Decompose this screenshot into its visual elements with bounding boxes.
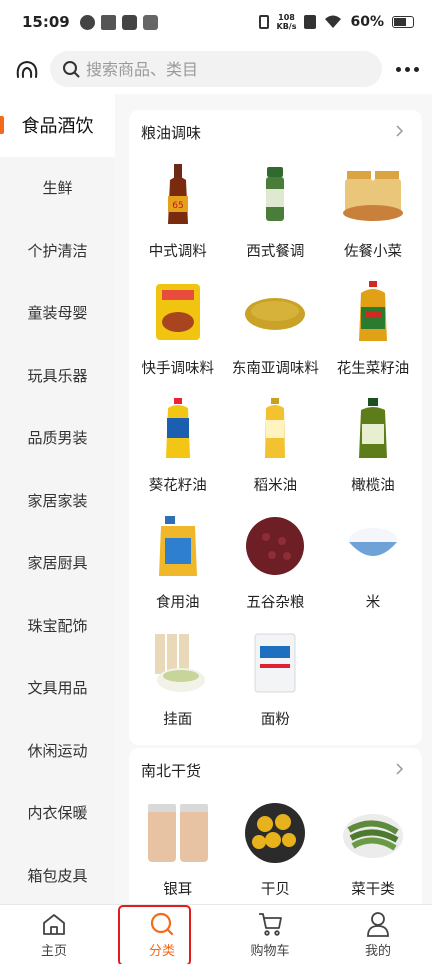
sidebar-item-food-drinks[interactable]: 食品酒饮 (0, 94, 115, 157)
dried-vegetable-icon (338, 798, 408, 868)
red-beans-icon (240, 511, 310, 581)
category-item-western-seasoning[interactable]: 西式餐调 (227, 154, 325, 271)
home-icon (43, 913, 65, 935)
more-menu-button[interactable] (392, 54, 422, 84)
soy-sauce-bottle-icon: 65 (143, 160, 213, 230)
category-item-rice[interactable]: 米 (324, 505, 422, 622)
olive-oil-icon (338, 394, 408, 464)
category-item-grains[interactable]: 五谷杂粮 (227, 505, 325, 622)
dried-scallop-icon (240, 798, 310, 868)
category-content: 粮油调味 65 中式调料 西式餐调 佐餐小菜 快手调味料 东南亚调味料 花生菜籽… (115, 94, 432, 904)
rice-bran-oil-icon (240, 394, 310, 464)
sidebar-item-kitchen[interactable]: 家居厨具 (0, 532, 115, 595)
search-icon (63, 61, 80, 78)
net-speed: 108 KB/s (276, 13, 297, 31)
app-notification-icon-2 (142, 14, 158, 30)
category-item-sunflower-oil[interactable]: 葵花籽油 (129, 388, 227, 505)
sidebar-item-bags[interactable]: 箱包皮具 (0, 844, 115, 904)
wifi-icon (325, 15, 342, 28)
search-input[interactable] (86, 59, 346, 79)
noodles-icon (143, 628, 213, 698)
sunflower-oil-icon (143, 394, 213, 464)
chevron-right-icon (396, 763, 404, 775)
dot-icon (395, 66, 401, 72)
tab-cart[interactable]: 购物车 (216, 905, 324, 964)
section-grain-oil-seasoning: 粮油调味 65 中式调料 西式餐调 佐餐小菜 快手调味料 东南亚调味料 花生菜籽… (129, 110, 422, 745)
seasoning-pack-icon (143, 277, 213, 347)
user-icon (367, 911, 389, 937)
section-header[interactable]: 粮油调味 (129, 110, 422, 154)
sidebar-item-jewelry[interactable]: 珠宝配饰 (0, 594, 115, 657)
sidebar-item-home-decor[interactable]: 家居家装 (0, 469, 115, 532)
white-fungus-jars-icon (143, 798, 213, 868)
bottom-tab-bar: 主页 分类 购物车 我的 (0, 904, 432, 964)
search-bar[interactable] (50, 51, 382, 87)
sidebar-item-toys[interactable]: 玩具乐器 (0, 344, 115, 407)
category-item-dried-scallop[interactable]: 干贝 (227, 792, 325, 904)
sidebar-item-sports[interactable]: 休闲运动 (0, 719, 115, 782)
chevron-right-icon (396, 125, 404, 137)
section-title: 粮油调味 (141, 123, 202, 142)
sidebar-item-underwear[interactable]: 内衣保暖 (0, 782, 115, 845)
tab-category[interactable]: 分类 (108, 905, 216, 964)
category-sidebar: 食品酒饮 生鲜 个护清洁 童装母婴 玩具乐器 品质男装 家居家装 家居厨具 珠宝… (0, 94, 115, 904)
status-time: 15:09 (22, 13, 70, 31)
tab-profile[interactable]: 我的 (324, 905, 432, 964)
sim-icon (304, 15, 317, 29)
notification-icons (79, 14, 158, 30)
curry-powder-icon (240, 277, 310, 347)
category-item-noodles[interactable]: 挂面 (129, 622, 227, 739)
battery-text: 60% (350, 14, 384, 30)
category-item-peanut-rapeseed-oil[interactable]: 花生菜籽油 (324, 271, 422, 388)
section-header[interactable]: 南北干货 (129, 748, 422, 792)
category-item-quick-seasoning[interactable]: 快手调味料 (129, 271, 227, 388)
category-item-flour[interactable]: 面粉 (227, 622, 325, 739)
pickle-jars-icon (338, 160, 408, 230)
category-item-white-fungus[interactable]: 银耳 (129, 792, 227, 904)
cooking-oil-icon (143, 511, 213, 581)
cart-icon (259, 912, 282, 936)
section-title: 南北干货 (141, 761, 202, 780)
dot-icon (404, 66, 410, 72)
category-item-dried-vegetables[interactable]: 菜干类 (324, 792, 422, 904)
sidebar-item-menswear[interactable]: 品质男装 (0, 407, 115, 470)
category-item-cooking-oil[interactable]: 食用油 (129, 505, 227, 622)
search-icon (150, 912, 174, 935)
category-item-olive-oil[interactable]: 橄榄油 (324, 388, 422, 505)
battery-icon (392, 16, 414, 28)
category-item-rice-bran-oil[interactable]: 稻米油 (227, 388, 325, 505)
sidebar-item-stationery[interactable]: 文具用品 (0, 657, 115, 720)
app-notification-icon (121, 14, 137, 30)
sidebar-item-fresh[interactable]: 生鲜 (0, 157, 115, 220)
category-item-chinese-seasoning[interactable]: 65 中式调料 (129, 154, 227, 271)
svg-text:65: 65 (172, 201, 183, 211)
crown-icon (100, 14, 116, 30)
dot-icon (413, 66, 419, 72)
category-item-southeast-asian-seasoning[interactable]: 东南亚调味料 (227, 271, 325, 388)
check-badge-icon (79, 14, 95, 30)
search-header (0, 44, 432, 94)
sidebar-item-baby[interactable]: 童装母婴 (0, 282, 115, 345)
spice-jar-icon (240, 160, 310, 230)
sidebar-item-personal-care[interactable]: 个护清洁 (0, 219, 115, 282)
app-logo-icon[interactable] (12, 54, 42, 84)
tab-home[interactable]: 主页 (0, 905, 108, 964)
peanut-oil-icon (338, 277, 408, 347)
section-dried-goods: 南北干货 银耳 干贝 菜干类 (129, 748, 422, 904)
category-item-side-dishes[interactable]: 佐餐小菜 (324, 154, 422, 271)
status-bar: 15:09 108 KB/s 60% (0, 0, 432, 44)
flour-bag-icon (240, 628, 310, 698)
rice-bowl-icon (338, 511, 408, 581)
vibrate-icon (258, 15, 269, 29)
